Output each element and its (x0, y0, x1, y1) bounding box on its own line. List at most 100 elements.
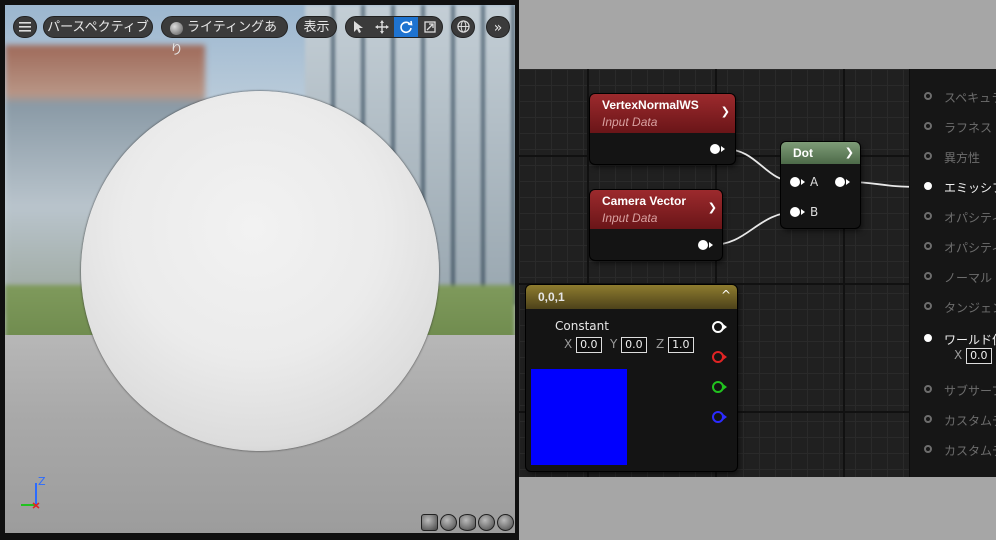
node-header: 0,0,1 ^ (526, 285, 737, 309)
preview-viewport[interactable]: パースペクティブ ライティングあり 表示 » Z (0, 0, 519, 540)
axis-z-label: Z (38, 475, 46, 488)
pin-a-label: A (810, 175, 819, 189)
node-header: Camera Vector Input Data ❯ (590, 190, 722, 229)
node-title: VertexNormalWS (602, 98, 699, 112)
output-pin-arrow-icon (709, 242, 713, 248)
node-title: 0,0,1 (538, 290, 565, 304)
output-pin-arrow-icon (723, 414, 727, 420)
result-input-label: 異方性 (944, 151, 981, 165)
z-label: Z (656, 337, 665, 351)
transform-tools-group (345, 16, 443, 38)
input-pin-icon (924, 302, 932, 310)
scale-icon (424, 21, 436, 33)
collapse-chevron-icon[interactable]: ❯ (721, 105, 730, 118)
move-icon (375, 20, 389, 34)
scale-tool-button[interactable] (418, 17, 442, 37)
output-pin-arrow-icon (721, 146, 725, 152)
hamburger-icon (19, 21, 31, 32)
constant-label: Constant (555, 319, 609, 333)
input-pin-icon (924, 415, 932, 423)
result-input-label: サブサーフ (944, 384, 996, 398)
node-header: VertexNormalWS Input Data ❯ (590, 94, 735, 133)
z-component: Z 1.0 (656, 337, 694, 353)
cursor-icon (354, 20, 363, 33)
dot-node[interactable]: Dot ❯ A B (781, 142, 860, 228)
input-pin-icon (924, 92, 932, 100)
input-pin-icon (924, 445, 932, 453)
input-pin-icon (924, 385, 932, 393)
viewport-menu-button[interactable] (13, 16, 37, 38)
collapse-chevron-icon[interactable]: ❯ (708, 201, 717, 214)
output-pin-arrow-icon (846, 179, 850, 185)
output-pin[interactable] (698, 240, 708, 250)
perspective-button[interactable]: パースペクティブ (43, 16, 153, 38)
color-swatch (531, 369, 627, 465)
result-input-label: カスタムデ (944, 444, 996, 458)
output-pin-arrow-icon (723, 354, 727, 360)
result-input-label: ノーマル (944, 271, 993, 285)
viewport-scene[interactable]: パースペクティブ ライティングあり 表示 » Z (5, 5, 515, 533)
output-pin-arrow-icon (723, 324, 727, 330)
result-input-label: オパシティ (944, 211, 996, 225)
axis-gizmo: Z (17, 475, 57, 515)
x-component: X 0.0 (564, 337, 602, 353)
globe-icon (456, 19, 470, 33)
select-tool-button[interactable] (346, 17, 370, 37)
input-pin-icon (924, 272, 932, 280)
move-tool-button[interactable] (370, 17, 394, 37)
node-subtitle: Input Data (602, 211, 658, 225)
lighting-icon (170, 21, 183, 35)
result-input-label: エミッシブ (944, 181, 996, 195)
input-pin-icon (924, 334, 932, 342)
cylinder-preview-icon[interactable] (421, 514, 438, 531)
perspective-label: パースペクティブ (47, 20, 149, 35)
result-input-label: オパシティ (944, 241, 996, 255)
sphere-preview-icon[interactable] (440, 514, 457, 531)
vertex-normal-ws-node[interactable]: VertexNormalWS Input Data ❯ (590, 94, 735, 164)
node-title: Dot (793, 146, 813, 160)
input-pin-icon (924, 212, 932, 220)
world-x-label: X (954, 348, 963, 362)
input-pin-icon (924, 152, 932, 160)
x-value-field[interactable]: 0.0 (576, 337, 602, 353)
input-pin-arrow-icon (801, 209, 805, 215)
world-position-x-input: X 0.0 (954, 348, 992, 364)
world-x-value-field[interactable]: 0.0 (966, 348, 992, 364)
camera-vector-node[interactable]: Camera Vector Input Data ❯ (590, 190, 722, 260)
y-value-field[interactable]: 0.0 (621, 337, 647, 353)
material-result-node[interactable]: スペキュララフネス異方性エミッシブオパシティオパシティノーマルタンジェンワールド… (909, 69, 996, 477)
result-input-label: タンジェン (944, 301, 996, 315)
result-input-label: ラフネス (944, 121, 993, 135)
z-value-field[interactable]: 1.0 (668, 337, 694, 353)
pin-b-label: B (810, 205, 819, 219)
x-label: X (564, 337, 573, 351)
collapse-chevron-icon[interactable]: ❯ (845, 146, 854, 159)
rotate-icon (400, 20, 413, 34)
world-local-toggle-button[interactable] (451, 16, 475, 38)
rotate-tool-button[interactable] (394, 17, 418, 37)
lighting-mode-button[interactable]: ライティングあり (161, 16, 288, 58)
input-pin-b[interactable] (790, 207, 800, 217)
preview-sphere (81, 91, 439, 451)
node-header: Dot ❯ (781, 142, 860, 164)
input-pin-icon (924, 122, 932, 130)
cube-preview-icon[interactable] (478, 514, 495, 531)
input-pin-icon (924, 182, 932, 190)
show-label: 表示 (303, 20, 330, 35)
more-options-button[interactable]: » (486, 16, 510, 38)
input-pin-a[interactable] (790, 177, 800, 187)
node-subtitle: Input Data (602, 115, 658, 129)
teapot-preview-icon[interactable] (497, 514, 514, 531)
double-chevron-right-icon: » (493, 20, 503, 36)
node-title: Camera Vector (602, 194, 687, 208)
show-button[interactable]: 表示 (296, 16, 337, 38)
result-input-label: スペキュラ (944, 91, 996, 105)
plane-preview-icon[interactable] (459, 514, 476, 531)
output-pin[interactable] (835, 177, 845, 187)
result-input-label: カスタムデ (944, 414, 996, 428)
y-label: Y (610, 337, 618, 351)
output-pin-arrow-icon (723, 384, 727, 390)
collapse-chevron-up-icon[interactable]: ^ (721, 288, 731, 302)
constant3vector-node[interactable]: 0,0,1 ^ Constant X 0.0 Y 0.0 Z 1.0 (526, 285, 737, 471)
output-pin[interactable] (710, 144, 720, 154)
